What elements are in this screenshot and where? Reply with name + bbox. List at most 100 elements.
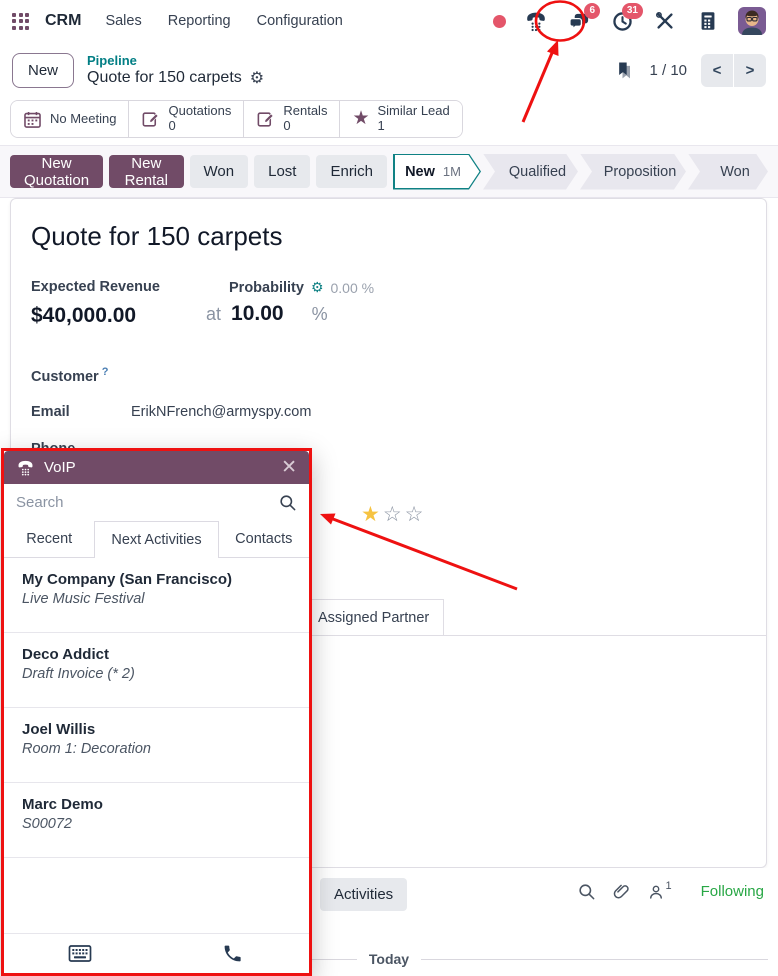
company-icon[interactable] [695, 8, 721, 34]
stat-value: 0 [168, 119, 231, 134]
chatter-search-icon[interactable] [577, 882, 596, 901]
activities-button[interactable]: Activities [320, 878, 407, 911]
app-name[interactable]: CRM [45, 12, 81, 30]
messages-icon[interactable]: 6 [566, 8, 592, 34]
voip-item-name: Joel Willis [22, 721, 291, 738]
voip-popup: VoIP Recent Next Activities Contacts My … [1, 448, 312, 976]
voip-item-activity: Room 1: Decoration [22, 741, 291, 757]
apps-menu-icon[interactable] [12, 13, 29, 30]
edit-note-icon [141, 110, 160, 129]
breadcrumb-pipeline-link[interactable]: Pipeline [87, 53, 264, 68]
phone-keypad-icon [16, 458, 35, 477]
lost-button[interactable]: Lost [254, 155, 310, 188]
record-actions-gear-icon[interactable] [250, 68, 264, 88]
star-empty-icon[interactable] [383, 502, 402, 527]
new-record-button[interactable]: New [12, 53, 74, 88]
voip-list-item[interactable]: Marc Demo S00072 [4, 783, 309, 858]
priority-rating [361, 502, 423, 527]
voip-header[interactable]: VoIP [4, 451, 309, 484]
followers-icon[interactable]: 1 [647, 883, 671, 901]
tools-icon [654, 10, 676, 32]
voip-search-input[interactable] [16, 494, 278, 511]
attachment-paperclip-icon[interactable] [612, 882, 631, 901]
breadcrumb-current-record: Quote for 150 carpets [87, 69, 242, 87]
voip-item-name: My Company (San Francisco) [22, 571, 291, 588]
star-filled-icon[interactable] [361, 502, 380, 527]
star-icon [352, 109, 369, 129]
probability-gear-icon[interactable] [311, 279, 324, 297]
top-navbar: CRM Sales Reporting Configuration [0, 0, 778, 42]
at-label: at [206, 304, 221, 325]
probability-auto-value: 0.00 % [331, 280, 375, 296]
tools-icon[interactable] [652, 8, 678, 34]
menu-reporting[interactable]: Reporting [168, 13, 231, 29]
menu-configuration[interactable]: Configuration [257, 13, 343, 29]
won-button[interactable]: Won [190, 155, 249, 188]
messages-count-badge: 6 [584, 3, 600, 19]
stat-button-similar-lead[interactable]: Similar Lead 1 [340, 101, 461, 137]
date-divider-label: Today [369, 951, 409, 967]
control-panel: New Pipeline Quote for 150 carpets 1 / 1… [0, 42, 778, 98]
expected-revenue-label: Expected Revenue [31, 279, 160, 295]
percent-sign: % [312, 304, 328, 325]
voip-footer [4, 933, 309, 973]
dialpad-keyboard-icon[interactable] [4, 934, 157, 973]
expected-revenue-value[interactable]: $40,000.00 [31, 304, 136, 328]
stage-badge: 1M [443, 164, 461, 179]
stage-label: Proposition [604, 164, 677, 180]
calendar-icon [23, 110, 42, 129]
stat-button-meetings[interactable]: No Meeting [11, 101, 129, 137]
tab-assigned-partner[interactable]: Assigned Partner [303, 599, 444, 635]
magnifier-icon[interactable] [278, 493, 297, 512]
stage-won[interactable]: Won [688, 154, 768, 190]
new-quotation-button[interactable]: New Quotation [10, 155, 103, 188]
user-avatar[interactable] [738, 7, 766, 35]
email-value[interactable]: ErikNFrench@armyspy.com [131, 404, 311, 420]
voip-item-activity: Live Music Festival [22, 591, 291, 607]
call-phone-icon[interactable] [157, 934, 310, 973]
stat-label: Rentals [283, 104, 327, 119]
stat-button-quotations[interactable]: Quotations 0 [129, 101, 244, 137]
pager-previous-button[interactable]: < [701, 54, 733, 87]
voip-tab-recent[interactable]: Recent [4, 521, 94, 558]
stage-new[interactable]: New 1M [393, 154, 481, 190]
voip-list-item[interactable]: My Company (San Francisco) Live Music Fe… [4, 558, 309, 633]
stage-qualified[interactable]: Qualified [483, 154, 578, 190]
stage-label: Qualified [509, 164, 566, 180]
following-toggle[interactable]: Following [701, 883, 764, 900]
stat-button-rentals[interactable]: Rentals 0 [244, 101, 340, 137]
stat-label: Quotations [168, 104, 231, 119]
stat-button-box: No Meeting Quotations 0 Rentals 0 [10, 100, 463, 138]
edit-note-icon [256, 110, 275, 129]
help-marker[interactable]: ? [102, 366, 109, 378]
probability-value[interactable]: 10.00 [231, 302, 284, 326]
voip-phone-icon[interactable] [523, 8, 549, 34]
voip-tab-contacts[interactable]: Contacts [219, 521, 309, 558]
menu-sales[interactable]: Sales [105, 13, 141, 29]
voip-list-item[interactable]: Deco Addict Draft Invoice (* 2) [4, 633, 309, 708]
pager-next-button[interactable]: > [734, 54, 766, 87]
stage-pipeline: New 1M Qualified Proposition Won [393, 154, 768, 190]
stage-label: Won [720, 164, 750, 180]
lead-title[interactable]: Quote for 150 carpets [31, 221, 282, 252]
voip-title: VoIP [44, 459, 76, 476]
stage-proposition[interactable]: Proposition [580, 154, 686, 190]
voip-tabs: Recent Next Activities Contacts [4, 521, 309, 558]
voip-list-item[interactable]: Joel Willis Room 1: Decoration [4, 708, 309, 783]
status-dot [493, 15, 506, 28]
odoo-crm-screen: CRM Sales Reporting Configuration [0, 0, 778, 976]
activities-icon[interactable]: 31 [609, 8, 635, 34]
voip-close-icon[interactable] [281, 458, 297, 477]
bookmark-icon[interactable] [615, 59, 635, 81]
star-empty-icon[interactable] [405, 502, 424, 527]
avatar-image [738, 7, 766, 35]
new-rental-button[interactable]: New Rental [109, 155, 183, 188]
record-pager: 1 / 10 [649, 62, 687, 79]
probability-label: Probability [229, 280, 304, 296]
enrich-button[interactable]: Enrich [316, 155, 387, 188]
followers-count: 1 [666, 880, 672, 892]
voip-tab-next-activities[interactable]: Next Activities [94, 521, 218, 558]
activities-count-badge: 31 [622, 3, 643, 19]
phone-keypad-icon [524, 9, 548, 33]
voip-item-name: Marc Demo [22, 796, 291, 813]
